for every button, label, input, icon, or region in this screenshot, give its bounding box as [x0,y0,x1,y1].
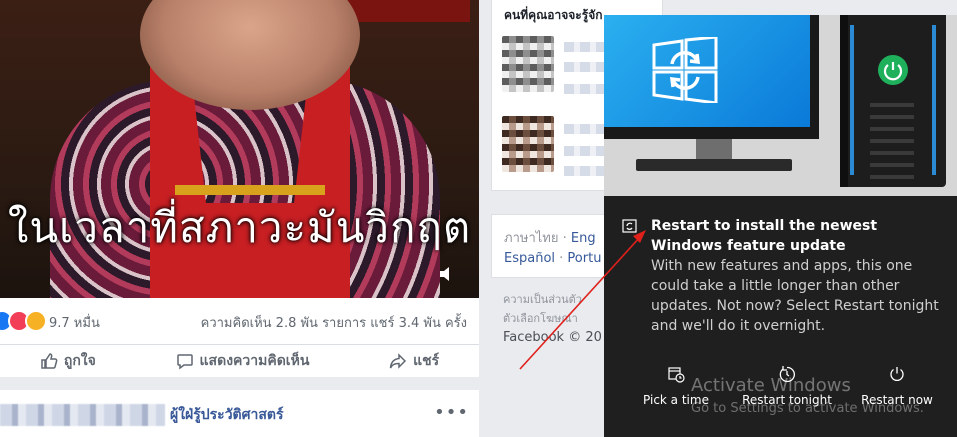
restart-now-label: Restart now [861,393,933,407]
post-actions: ถูกใจ แสดงความคิดเห็น แชร์ [0,344,479,377]
share-icon [389,353,407,369]
restart-tonight-label: Restart tonight [742,393,832,407]
tower-vent [870,139,914,143]
monitor-base [636,159,792,171]
pc-tower-illustration [840,15,946,187]
comment-icon [176,354,193,370]
suggestion-info-blur [564,166,604,176]
blurred-author-name [0,404,165,426]
language-current: ภาษาไทย · [504,231,571,246]
video-figure-apron-hem [175,185,325,195]
like-button[interactable]: ถูกใจ [40,350,96,372]
suggestion-name-blur[interactable] [564,42,604,52]
windows-update-toast[interactable]: Restart to install the newest Windows fe… [604,15,957,437]
like-icon [41,353,58,369]
monitor-screen [604,15,810,127]
comment-label: แสดงความคิดเห็น [199,353,310,369]
restart-now-button[interactable]: Restart now [842,365,952,407]
windows-update-icon [652,37,718,103]
tower-vent [870,103,914,107]
bell-sync-icon [622,219,637,233]
tower-light-stripe [932,25,936,175]
suggestion-avatar[interactable] [502,116,554,172]
wow-reaction-icon [25,310,47,332]
suggestion-info-blur [564,146,604,156]
language-link-spanish[interactable]: Español [504,251,555,266]
tower-edge [840,15,848,187]
reaction-count[interactable]: 9.7 หมื่น [49,312,100,333]
privacy-link[interactable]: ความเป็นส่วนตัว [503,290,613,309]
tower-vent [870,163,914,167]
group-name-link[interactable]: ผู้ใฝ่รู้ประวัติศาสตร์ [170,404,284,426]
footer-links: ความเป็นส่วนตัว ตัวเลือกโฆษณา Facebook ©… [503,290,613,347]
suggestion-info-blur [564,84,604,94]
post-video[interactable]: ในเวลาที่สภาวะมันวิกฤต [0,0,479,298]
power-icon [890,367,904,381]
toast-title: Restart to install the newest Windows fe… [651,218,878,254]
language-link-portuguese[interactable]: Portu [567,251,601,266]
more-options-icon[interactable]: ••• [434,402,469,423]
tower-vent [870,175,914,179]
toast-body: With new features and apps, this one cou… [651,258,939,334]
restart-icon [779,366,795,383]
suggestion-avatar[interactable] [502,36,554,92]
pick-a-time-button[interactable]: Pick a time [621,365,731,407]
reaction-icons[interactable] [0,310,47,332]
calendar-clock-icon [668,367,685,383]
post-stats-bar: 9.7 หมื่น ความคิดเห็น 2.8 พัน รายการ แชร… [0,298,479,344]
language-link-english[interactable]: Eng [571,231,596,246]
suggestions-title: คนที่คุณอาจจะรู้จัก [504,8,603,22]
share-button[interactable]: แชร์ [389,350,439,372]
tower-vent [870,127,914,131]
monitor-illustration [604,15,819,139]
toast-button-row: Pick a time Restart tonight Restart now [604,357,957,437]
like-label: ถูกใจ [63,353,96,369]
share-label: แชร์ [413,353,440,369]
tower-vent [870,115,914,119]
restart-tonight-button[interactable]: Restart tonight [732,365,842,407]
copyright-text: Facebook © 20 [503,330,602,345]
speaker-icon[interactable] [437,264,457,284]
comment-button[interactable]: แสดงความคิดเห็น [176,350,310,372]
tower-light-stripe [850,25,854,175]
suggestion-info-blur [564,62,604,72]
comment-share-stats[interactable]: ความคิดเห็น 2.8 พัน รายการ แชร์ 3.4 พัน … [201,312,467,333]
tower-vent [870,151,914,155]
power-button-icon [878,55,908,85]
pick-a-time-label: Pick a time [643,393,709,407]
toast-hero-image [604,15,957,196]
language-separator: · [555,251,568,266]
ad-choices-link[interactable]: ตัวเลือกโฆษณา [503,309,613,328]
video-subtitle: ในเวลาที่สภาวะมันวิกฤต [7,203,472,252]
monitor-stand [696,139,732,161]
next-post-header: ผู้ใฝ่รู้ประวัติศาสตร์ ••• [0,390,479,437]
suggestion-name-blur[interactable] [564,124,604,134]
